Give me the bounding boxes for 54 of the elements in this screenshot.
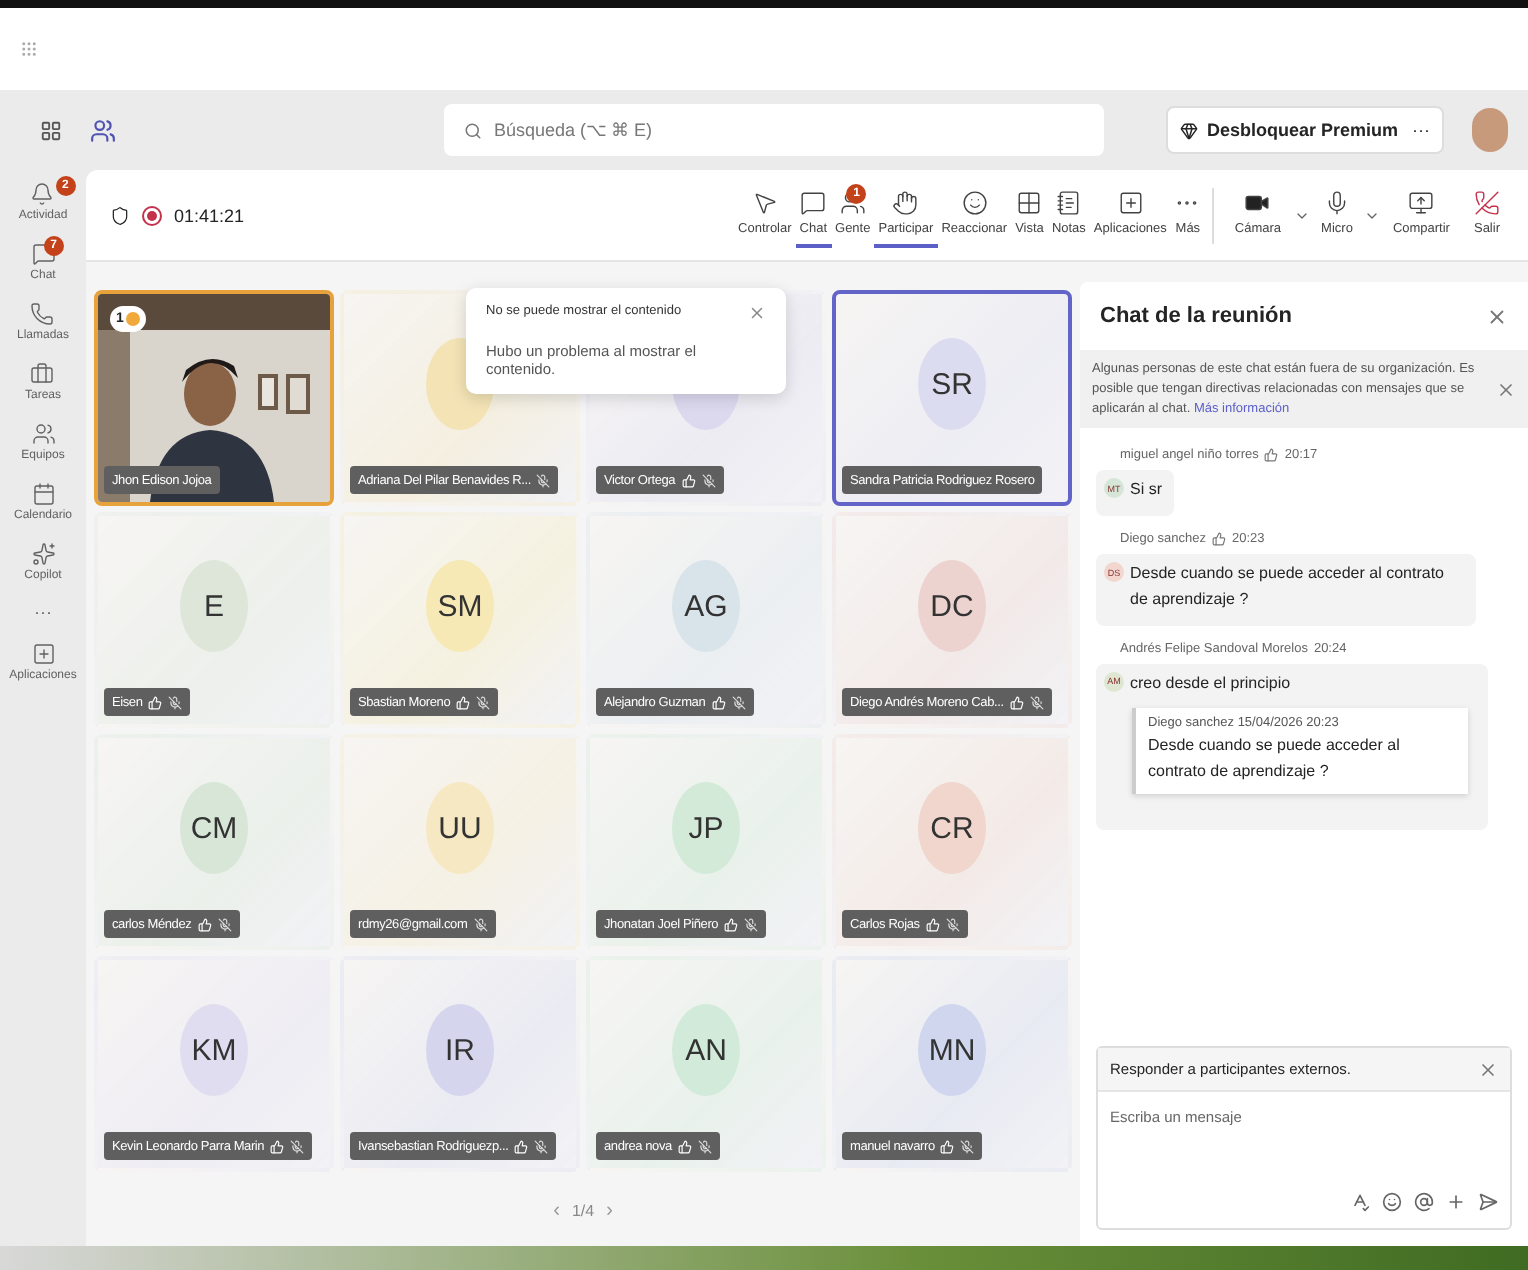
hand-icon bbox=[892, 189, 919, 215]
meeting-timer: 01:41:21 bbox=[174, 205, 245, 225]
message-text: creo desde el principio bbox=[1130, 671, 1291, 696]
chat-icon bbox=[31, 242, 55, 266]
calendar-icon bbox=[31, 482, 55, 506]
message-text: Desde cuando se puede acceder al contrato de aprendizaje ? bbox=[1130, 562, 1446, 612]
avatar-initials: MN bbox=[918, 1004, 986, 1096]
shield-icon bbox=[110, 205, 130, 225]
avatar-initials: CM bbox=[180, 782, 248, 874]
avatar-initials: CR bbox=[918, 782, 986, 874]
close-icon[interactable] bbox=[1478, 1059, 1498, 1079]
send-icon[interactable] bbox=[1478, 1192, 1498, 1212]
chat-title: Chat de la reunión bbox=[1100, 304, 1292, 328]
people-icon bbox=[31, 422, 55, 446]
share-icon bbox=[1408, 189, 1435, 215]
grid-icon bbox=[20, 40, 38, 58]
smile-icon bbox=[961, 189, 988, 215]
avatar-initials: E bbox=[180, 560, 248, 652]
avatar-initials: AG bbox=[672, 560, 740, 652]
plus-square-icon bbox=[31, 642, 55, 666]
format-icon[interactable] bbox=[1350, 1192, 1370, 1212]
avatar-initials: IR bbox=[426, 1004, 494, 1096]
diamond-icon bbox=[1180, 121, 1199, 139]
close-icon[interactable] bbox=[1486, 305, 1508, 327]
avatar-initials: KM bbox=[180, 1004, 248, 1096]
avatar-initials: DC bbox=[918, 560, 986, 652]
pointer-icon bbox=[751, 189, 778, 215]
avatar-initials: SM bbox=[426, 560, 494, 652]
quote-text: Desde cuando se puede acceder al contrato de aprendizaje ? bbox=[1148, 734, 1402, 785]
avatar-initials: JP bbox=[672, 782, 740, 874]
sparkle-icon bbox=[31, 542, 55, 566]
avatar-initials: SR bbox=[918, 338, 986, 430]
microphone-icon bbox=[1323, 189, 1350, 215]
app-launcher-icon[interactable] bbox=[40, 119, 62, 141]
rail-item[interactable]: ··· bbox=[34, 602, 52, 622]
phone-icon bbox=[30, 302, 55, 326]
avatar-initials: AN bbox=[672, 1004, 740, 1096]
emoji-icon[interactable] bbox=[1382, 1192, 1402, 1212]
bell-icon bbox=[30, 182, 55, 206]
grid-icon bbox=[1016, 189, 1043, 215]
mention-icon[interactable] bbox=[1414, 1192, 1434, 1212]
page-indicator: 1/4 bbox=[571, 1202, 595, 1220]
chat-icon bbox=[800, 189, 827, 215]
search-field[interactable]: Búsqueda (⌥ ⌘ E) bbox=[444, 104, 1104, 156]
plus-square-icon bbox=[1117, 189, 1144, 215]
notes-icon bbox=[1055, 189, 1082, 215]
message-text: Si sr bbox=[1130, 478, 1162, 503]
close-icon[interactable] bbox=[1496, 379, 1516, 400]
plus-icon[interactable] bbox=[1446, 1192, 1466, 1212]
search-icon bbox=[464, 121, 482, 139]
close-icon[interactable] bbox=[748, 304, 766, 322]
premium-button[interactable]: Desbloquear Premium ··· bbox=[1166, 106, 1444, 154]
hang-up-icon bbox=[1473, 189, 1500, 215]
avatar-initials: UU bbox=[426, 782, 494, 874]
